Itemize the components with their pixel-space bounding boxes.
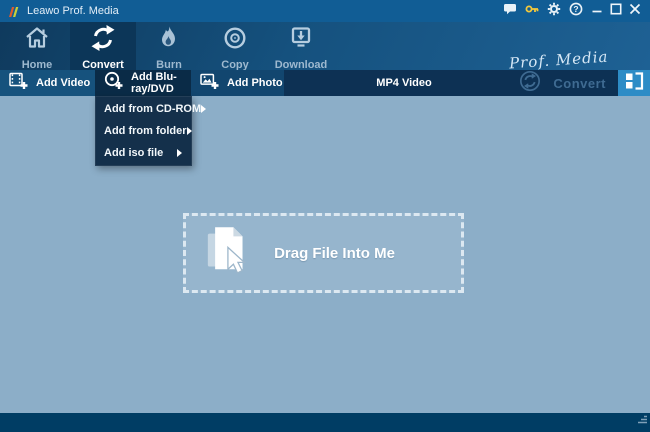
- tab-download[interactable]: Download: [268, 22, 334, 70]
- burn-flame-icon: [155, 24, 183, 57]
- menu-item-add-iso-file[interactable]: Add iso file: [96, 142, 191, 164]
- tab-burn[interactable]: Burn: [136, 22, 202, 70]
- app-logo-icon: [8, 5, 21, 18]
- tab-copy-label: Copy: [221, 59, 249, 71]
- main-nav: Home Convert Burn: [0, 22, 650, 70]
- panel-toggle-button[interactable]: [618, 70, 650, 96]
- submenu-arrow-icon: [177, 149, 182, 157]
- window-title: Leawo Prof. Media: [27, 5, 119, 17]
- home-icon: [23, 24, 51, 57]
- convert-disabled-icon: [519, 70, 541, 97]
- submenu-arrow-icon: [187, 127, 192, 135]
- maximize-icon: [610, 2, 622, 20]
- convert-arrows-icon: [89, 24, 117, 57]
- tab-convert[interactable]: Convert: [70, 22, 136, 70]
- help-button[interactable]: ?: [565, 0, 587, 22]
- dropzone-label: Drag File Into Me: [274, 245, 395, 262]
- photo-plus-icon: [200, 71, 219, 95]
- menu-item-label: Add iso file: [104, 147, 163, 159]
- panel-layout-icon: [624, 71, 644, 96]
- film-plus-icon: [9, 71, 28, 95]
- titlebar: Leawo Prof. Media: [0, 0, 650, 22]
- copy-disc-icon: [221, 24, 249, 57]
- tab-home[interactable]: Home: [4, 22, 70, 70]
- help-icon: ?: [569, 2, 583, 21]
- drag-drop-zone[interactable]: Drag File Into Me: [183, 213, 464, 293]
- disc-plus-icon: [104, 71, 123, 95]
- menu-item-add-from-cdrom[interactable]: Add from CD-ROM: [96, 98, 191, 120]
- close-button[interactable]: [625, 0, 644, 22]
- close-icon: [629, 2, 641, 20]
- minimize-button[interactable]: [587, 0, 606, 22]
- convert-button-label: Convert: [553, 76, 606, 91]
- toolbar: Add Video Add Blu-ray/DVD Add Photo MP4 …: [0, 70, 650, 96]
- statusbar: [0, 413, 650, 432]
- key-icon: [525, 2, 539, 21]
- submenu-arrow-icon: [201, 105, 206, 113]
- tab-convert-label: Convert: [82, 59, 124, 71]
- maximize-button[interactable]: [606, 0, 625, 22]
- feedback-bubble-icon: [503, 2, 517, 21]
- add-video-label: Add Video: [36, 77, 90, 89]
- add-photo-label: Add Photo: [227, 77, 283, 89]
- resize-grip[interactable]: [637, 411, 647, 429]
- convert-button[interactable]: Convert: [519, 70, 606, 96]
- settings-button[interactable]: [543, 0, 565, 22]
- drag-file-cursor-icon: [206, 225, 248, 282]
- tab-download-label: Download: [275, 59, 328, 71]
- register-key-button[interactable]: [521, 0, 543, 22]
- add-bluray-dropdown-menu: Add from CD-ROM Add from folder Add iso …: [95, 96, 192, 166]
- svg-text:?: ?: [573, 3, 578, 13]
- add-photo-button[interactable]: Add Photo: [191, 70, 284, 96]
- download-icon: [287, 24, 315, 57]
- feedback-button[interactable]: [499, 0, 521, 22]
- tab-copy[interactable]: Copy: [202, 22, 268, 70]
- add-video-button[interactable]: Add Video: [0, 70, 95, 96]
- add-bluray-dvd-label: Add Blu-ray/DVD: [131, 71, 191, 95]
- menu-item-add-from-folder[interactable]: Add from folder: [96, 120, 191, 142]
- menu-item-label: Add from folder: [104, 125, 187, 137]
- gear-icon: [547, 2, 561, 21]
- format-selector[interactable]: MP4 Video: [284, 70, 524, 96]
- minimize-icon: [591, 2, 603, 20]
- add-bluray-dvd-button[interactable]: Add Blu-ray/DVD: [95, 70, 191, 96]
- menu-item-label: Add from CD-ROM: [104, 103, 201, 115]
- tab-burn-label: Burn: [156, 59, 182, 71]
- tab-home-label: Home: [22, 59, 53, 71]
